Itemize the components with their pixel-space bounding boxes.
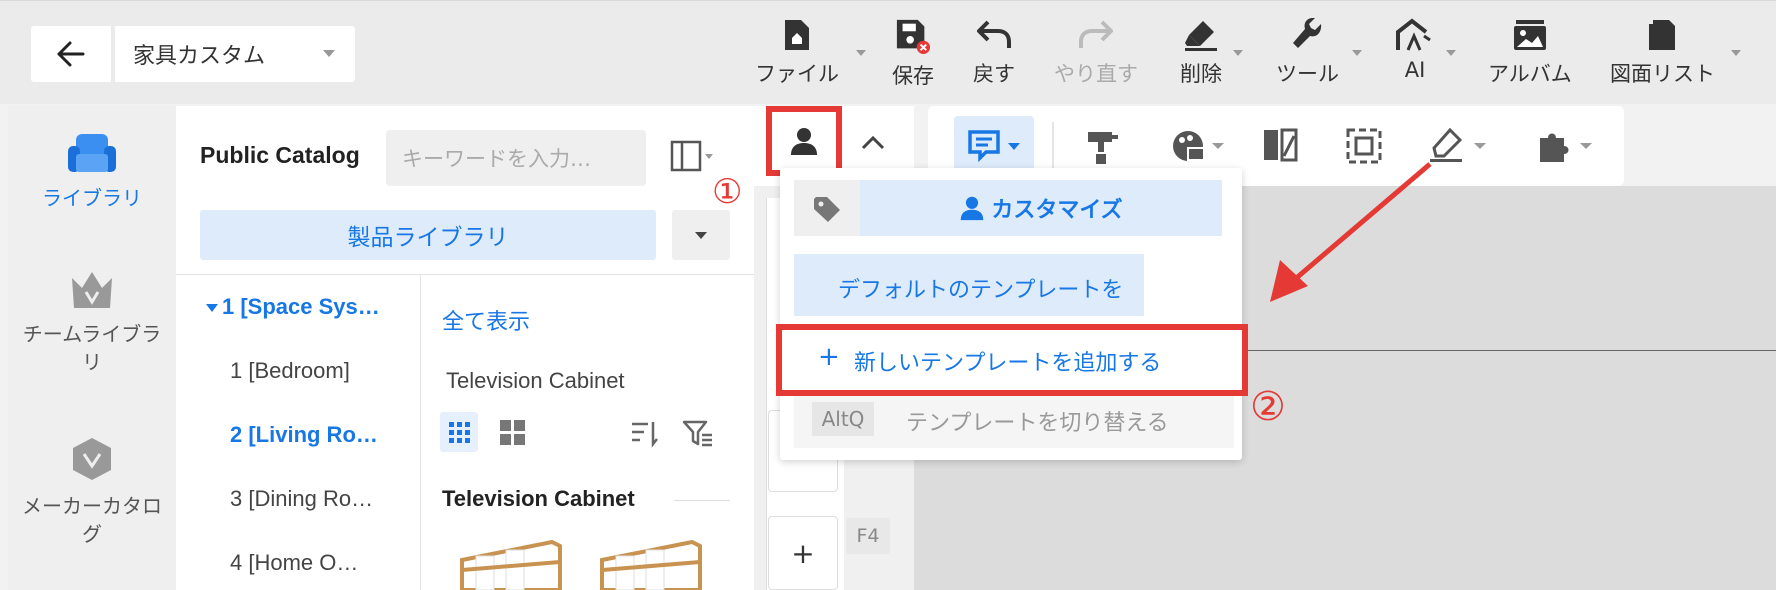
project-name: 家具カスタム	[133, 44, 266, 69]
switch-template-item[interactable]: AltQ テンプレートを切り替える	[794, 390, 1234, 448]
caret-down-icon[interactable]	[206, 304, 218, 312]
step2-annotation: ②	[1250, 384, 1286, 430]
step1-annotation: ①	[712, 172, 743, 212]
tag-icon	[814, 197, 840, 222]
redo-icon	[1079, 20, 1113, 48]
nav-library[interactable]: ライブラリ	[8, 132, 176, 212]
ai-menu-button[interactable]: AI	[1396, 18, 1434, 90]
canvas-line	[1240, 350, 1776, 351]
tree-item[interactable]: 1 [Bedroom]	[230, 358, 350, 384]
catalog-title: Public Catalog	[200, 142, 360, 168]
chevron-down-icon[interactable]	[1731, 50, 1741, 56]
chevron-up-icon	[861, 135, 885, 150]
crown-icon	[72, 272, 112, 308]
tree-item[interactable]: 1 [Space Sys…	[222, 294, 380, 320]
drawing-list-icon	[1648, 20, 1675, 50]
ai-icon	[1396, 18, 1431, 51]
plus-icon: +	[818, 342, 840, 372]
redo-button[interactable]: やり直す	[1054, 18, 1138, 90]
annotation-arrow	[1270, 162, 1432, 302]
highlighter-icon[interactable]	[1428, 128, 1488, 164]
save-icon	[896, 19, 931, 54]
divider	[674, 500, 730, 501]
tree-item[interactable]: 3 [Dining Ro…	[230, 486, 373, 512]
tag-tab[interactable]	[794, 180, 860, 236]
chevron-down-icon[interactable]	[1446, 50, 1456, 56]
shortcut-badge: AltQ	[812, 402, 874, 436]
left-nav: ライブラリ チームライブラリ メーカーカタログ	[8, 106, 176, 590]
annotation-list-icon	[968, 130, 1020, 162]
customize-tab[interactable]: カスタマイズ	[860, 180, 1222, 236]
nav-team-library[interactable]: チームライブラリ	[8, 268, 176, 376]
wrench-icon	[1292, 18, 1321, 48]
add-template-item[interactable]: + 新しいテンプレートを追加する	[776, 324, 1248, 396]
user-icon	[791, 128, 817, 155]
split-icon[interactable]	[1262, 128, 1298, 164]
save-button[interactable]: 保存	[892, 18, 934, 90]
catalog-panel: Public Catalog キーワードを入力… 製品ライブラリ 1 [Spac…	[176, 106, 754, 590]
breadcrumb: Television Cabinet	[446, 368, 625, 393]
divider	[420, 274, 421, 590]
chevron-down-icon[interactable]	[1233, 50, 1243, 56]
user-icon	[961, 196, 984, 221]
tree-item[interactable]: 4 [Home O…	[230, 550, 358, 576]
album-icon	[1513, 20, 1546, 50]
back-button[interactable]	[31, 26, 111, 82]
chevron-down-icon[interactable]	[1352, 50, 1362, 56]
grid-large-icon[interactable]	[498, 418, 528, 448]
arrow-left-icon	[57, 41, 85, 67]
add-template-label: 新しいテンプレートを追加する	[854, 351, 1162, 376]
badge-icon	[73, 438, 111, 480]
filter-icon[interactable]	[682, 418, 714, 448]
divider	[1052, 122, 1054, 170]
album-button[interactable]: アルバム	[1488, 18, 1572, 90]
annotate-tool-button[interactable]	[954, 116, 1034, 174]
library-select[interactable]: 製品ライブラリ	[200, 210, 656, 260]
product-thumbnail[interactable]	[596, 540, 706, 590]
select-box-icon[interactable]	[1346, 128, 1382, 164]
material-icon[interactable]	[1170, 128, 1226, 164]
sofa-icon	[68, 134, 116, 172]
search-input[interactable]: キーワードを入力…	[386, 130, 646, 186]
add-template-button[interactable]: +	[768, 516, 838, 590]
default-template-item[interactable]: デフォルトのテンプレートを	[794, 254, 1144, 316]
tools-menu-button[interactable]: ツール	[1276, 18, 1339, 90]
drawing-list-button[interactable]: 図面リスト	[1610, 18, 1715, 90]
file-menu-button[interactable]: ファイル	[755, 18, 839, 90]
tree-item[interactable]: 2 [Living Ro…	[230, 422, 378, 448]
chevron-down-icon[interactable]	[856, 50, 866, 56]
user-template-button[interactable]	[766, 106, 842, 176]
product-thumbnail[interactable]	[456, 540, 566, 590]
section-title: Television Cabinet	[442, 486, 635, 511]
eraser-icon	[1185, 21, 1217, 51]
undo-button[interactable]: 戻す	[973, 18, 1015, 90]
plugin-icon[interactable]	[1536, 128, 1600, 164]
file-icon	[785, 20, 809, 50]
library-dropdown-button[interactable]	[672, 210, 730, 260]
grid-small-view-button[interactable]	[440, 412, 478, 452]
show-all-link[interactable]: 全て表示	[442, 304, 530, 336]
chevron-down-icon	[695, 232, 707, 239]
template-dropdown: カスタマイズ デフォルトのテンプレートを AltQ テンプレートを切り替える	[780, 168, 1242, 460]
nav-maker-catalog[interactable]: メーカーカタログ	[8, 436, 176, 548]
undo-icon	[977, 20, 1011, 48]
paint-brush-icon[interactable]	[1086, 130, 1122, 166]
sort-icon[interactable]	[630, 418, 660, 448]
grid-small-icon	[449, 422, 470, 443]
divider	[176, 274, 754, 275]
shortcut-badge: F4	[846, 518, 890, 554]
delete-button[interactable]: 削除	[1180, 18, 1222, 90]
chevron-down-icon	[323, 50, 335, 57]
layout-toggle-icon[interactable]	[670, 140, 714, 174]
project-select[interactable]: 家具カスタム	[115, 26, 355, 82]
